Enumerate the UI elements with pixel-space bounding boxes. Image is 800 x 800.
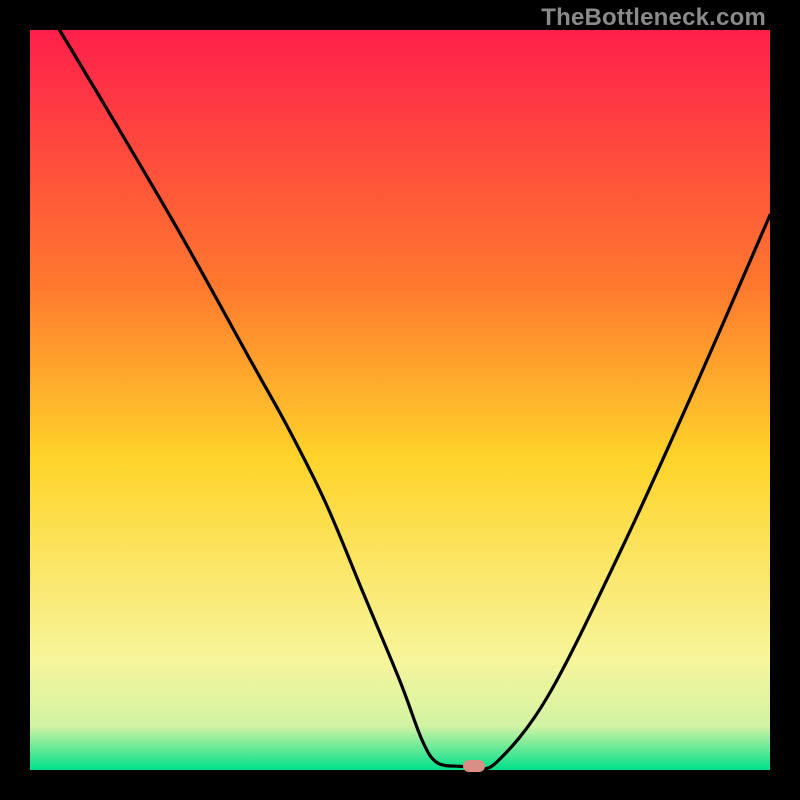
optimal-marker	[463, 760, 485, 772]
watermark-text: TheBottleneck.com	[541, 4, 766, 32]
bottleneck-curve	[30, 30, 770, 770]
chart-frame: TheBottleneck.com	[0, 0, 800, 800]
